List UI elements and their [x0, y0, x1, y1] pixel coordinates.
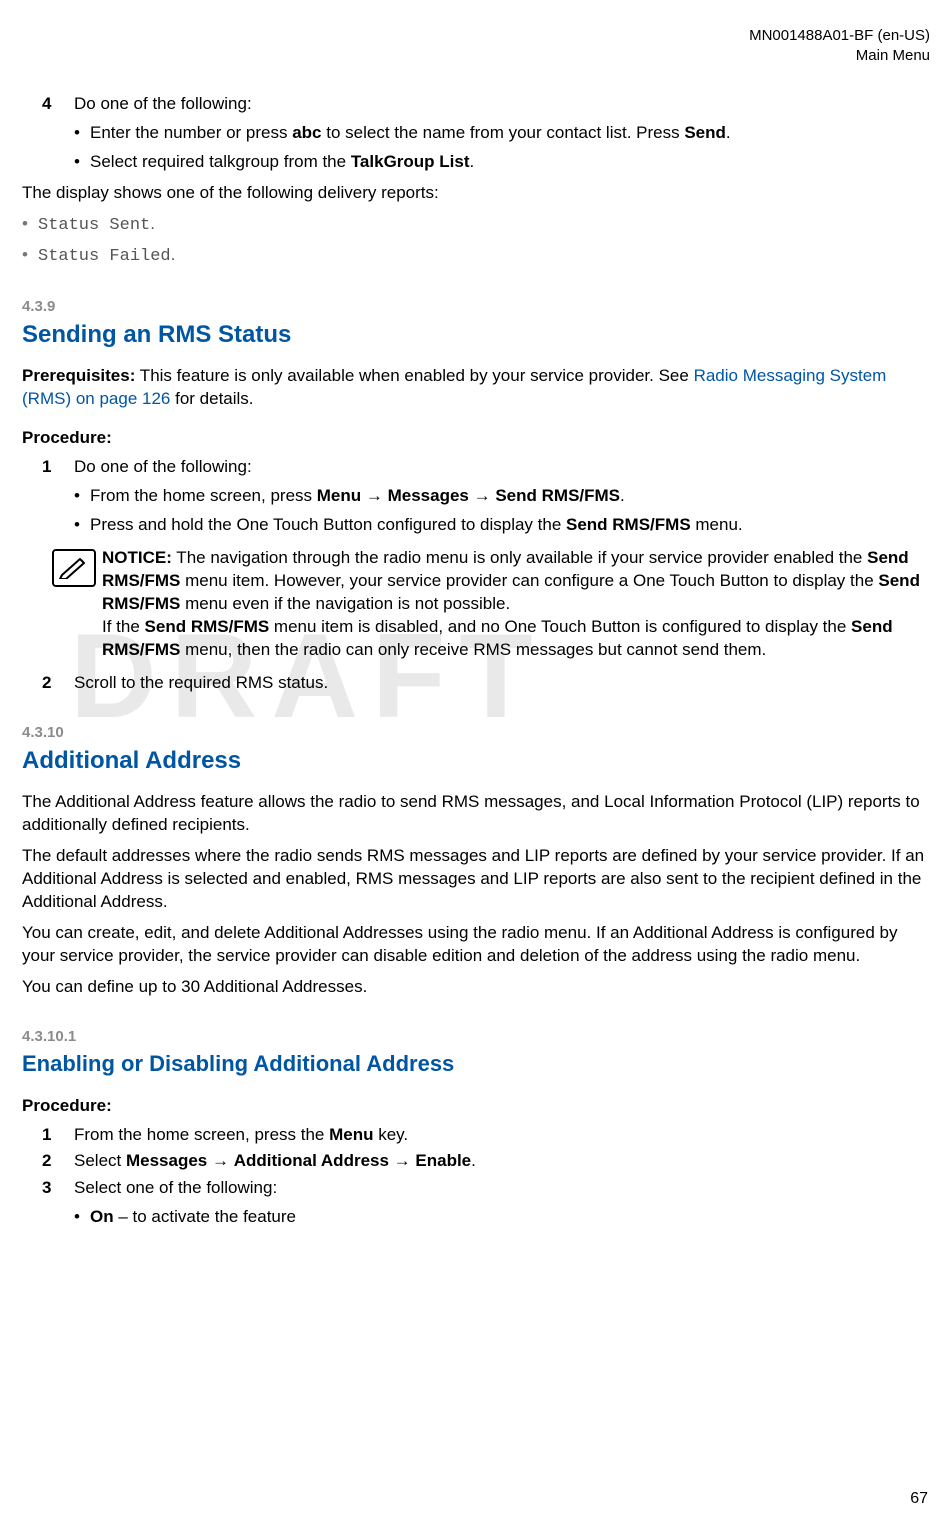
bullet-text: On – to activate the feature	[90, 1206, 930, 1229]
step-number: 2	[42, 1150, 64, 1173]
body-para: The default addresses where the radio se…	[22, 845, 930, 914]
bullet-dot: •	[22, 244, 38, 269]
step-number: 4	[42, 93, 64, 116]
procedure-label: Procedure:	[22, 427, 930, 450]
bullet-dot: •	[74, 485, 90, 508]
bullet-dot: •	[74, 151, 90, 174]
body-para: The Additional Address feature allows th…	[22, 791, 930, 837]
bullet-dot: •	[74, 1206, 90, 1229]
body-para: You can create, edit, and delete Additio…	[22, 922, 930, 968]
section-num-439: 4.3.9	[22, 297, 930, 317]
step-text: Do one of the following:	[74, 456, 930, 479]
prerequisites: Prerequisites: This feature is only avai…	[22, 365, 930, 411]
body-para: You can define up to 30 Additional Addre…	[22, 976, 930, 999]
section-num-4310: 4.3.10	[22, 723, 930, 743]
notice-icon-col	[52, 547, 102, 662]
procedure-label: Procedure:	[22, 1095, 930, 1118]
step-text: Select Messages → Additional Address → E…	[74, 1150, 930, 1173]
notice-text: NOTICE: The navigation through the radio…	[102, 547, 930, 662]
doc-id: MN001488A01-BF (en-US)	[22, 26, 930, 46]
section-title-439: Sending an RMS Status	[22, 319, 930, 351]
step-text: Select one of the following:	[74, 1177, 930, 1200]
bullet-text: Press and hold the One Touch Button conf…	[90, 514, 930, 537]
bullet-dot: •	[22, 213, 38, 238]
step-text: Do one of the following:	[74, 93, 930, 116]
step-number: 2	[42, 672, 64, 695]
status-sent: Status Sent.	[38, 213, 155, 238]
bullet-dot: •	[74, 122, 90, 145]
bullet-text: Enter the number or press abc to select …	[90, 122, 930, 145]
status-failed: Status Failed.	[38, 244, 175, 269]
bullet-text: Select required talkgroup from the TalkG…	[90, 151, 930, 174]
bullet-dot: •	[74, 514, 90, 537]
page-header: MN001488A01-BF (en-US) Main Menu	[22, 26, 930, 65]
notice-icon	[52, 549, 96, 587]
step-number: 3	[42, 1177, 64, 1200]
doc-section: Main Menu	[22, 46, 930, 66]
section-num-43101: 4.3.10.1	[22, 1027, 930, 1047]
step-number: 1	[42, 456, 64, 479]
page-number: 67	[910, 1488, 928, 1510]
section-title-43101: Enabling or Disabling Additional Address	[22, 1049, 930, 1079]
result-intro: The display shows one of the following d…	[22, 182, 930, 205]
step-text: From the home screen, press the Menu key…	[74, 1124, 930, 1147]
step-text: Scroll to the required RMS status.	[74, 672, 930, 695]
section-title-4310: Additional Address	[22, 745, 930, 777]
bullet-text: From the home screen, press Menu → Messa…	[90, 485, 930, 508]
step-number: 1	[42, 1124, 64, 1147]
